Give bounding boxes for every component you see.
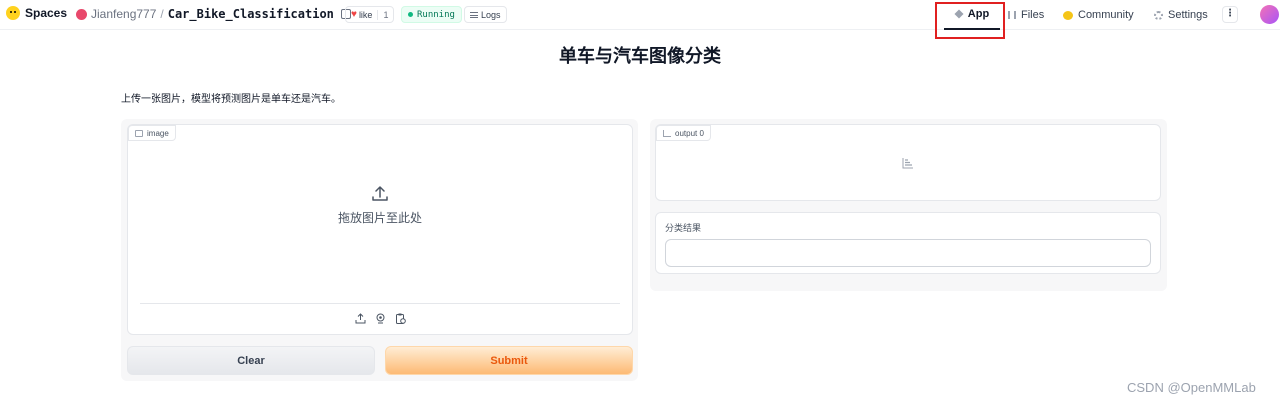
tab-settings-label: Settings: [1168, 9, 1208, 21]
like-button[interactable]: ♥ like 1: [345, 6, 395, 23]
result-label: 分类结果: [665, 223, 702, 233]
avatar[interactable]: [1260, 5, 1279, 24]
tab-files[interactable]: Files: [1008, 0, 1044, 30]
breadcrumb-separator: /: [160, 7, 164, 21]
breadcrumb: Jianfeng777 / Car_Bike_Classification: [76, 7, 351, 21]
logs-button[interactable]: Logs: [464, 6, 507, 23]
tab-community-label: Community: [1078, 9, 1134, 21]
running-dot-icon: [408, 12, 413, 17]
app-tab-highlight-box: [935, 2, 1005, 39]
bar-chart-icon: [663, 129, 671, 137]
logs-label: Logs: [481, 9, 501, 20]
output-block-label: output 0: [656, 125, 711, 141]
submit-button[interactable]: Submit: [385, 346, 633, 375]
tab-settings[interactable]: Settings: [1154, 0, 1208, 30]
webcam-source-icon[interactable]: [375, 313, 386, 324]
output-label-box: output 0: [655, 124, 1161, 201]
result-field[interactable]: [665, 239, 1151, 267]
space-name-link[interactable]: Car_Bike_Classification: [168, 7, 334, 21]
page-title: 单车与汽车图像分类: [559, 46, 721, 66]
more-options-button[interactable]: ⋮: [1222, 6, 1238, 23]
gear-icon: [1154, 10, 1163, 20]
clipboard-source-icon[interactable]: [395, 313, 406, 324]
image-upload-box[interactable]: image 拖放图片至此处: [127, 124, 633, 335]
watermark: CSDN @OpenMMLab: [1127, 380, 1256, 395]
tab-community[interactable]: Community: [1063, 0, 1134, 30]
drop-zone[interactable]: 拖放图片至此处: [128, 185, 632, 226]
result-textbox-container: 分类结果: [655, 212, 1161, 274]
image-block-label: image: [128, 125, 176, 141]
heart-icon: ♥: [351, 9, 357, 20]
brand-label: Spaces: [25, 6, 68, 20]
clear-button[interactable]: Clear: [127, 346, 375, 375]
image-icon: [135, 129, 143, 137]
user-avatar-icon: [76, 8, 87, 20]
image-label-text: image: [147, 128, 169, 138]
top-bar: Spaces Jianfeng777 / Car_Bike_Classifica…: [0, 0, 1280, 30]
owner-link[interactable]: Jianfeng777: [91, 7, 156, 21]
status-label: Running: [417, 9, 455, 20]
tab-files-label: Files: [1021, 9, 1045, 21]
hugging-face-logo-icon: [6, 6, 20, 20]
like-count: 1: [377, 9, 393, 20]
files-icon: [1008, 11, 1016, 19]
output-label-text: output 0: [675, 128, 704, 138]
logs-icon: [470, 11, 478, 18]
page-description: 上传一张图片，模型将预测图片是单车还是汽车。: [121, 94, 341, 105]
source-selector: [140, 303, 620, 333]
drop-text: 拖放图片至此处: [337, 211, 422, 225]
upload-source-icon[interactable]: [355, 313, 366, 324]
like-label: like: [358, 9, 373, 20]
upload-icon: [372, 186, 388, 201]
label-placeholder-icon: [902, 158, 913, 169]
status-badge[interactable]: Running: [401, 6, 462, 23]
community-icon: [1063, 10, 1073, 20]
spaces-brand[interactable]: Spaces: [6, 6, 67, 20]
